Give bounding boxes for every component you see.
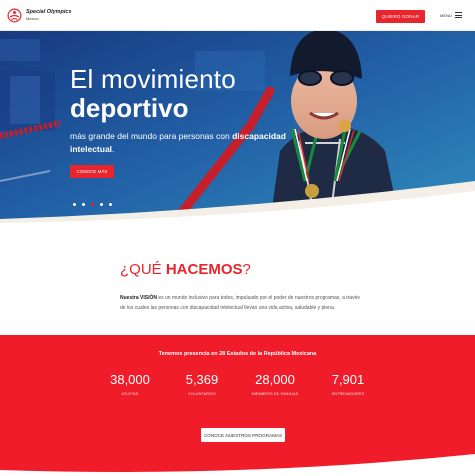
logo[interactable]: Special Olympics México bbox=[7, 8, 72, 23]
hamburger-icon bbox=[454, 12, 462, 18]
carousel-dot[interactable] bbox=[82, 203, 85, 206]
hero-subtitle: más grande del mundo para personas con d… bbox=[70, 131, 286, 154]
vision-paragraph: Nuestra VISIÓN es un mundo inclusivo par… bbox=[120, 295, 360, 311]
hero-banner: El movimiento deportivo más grande del m… bbox=[0, 31, 475, 223]
stat-value: 7,901 bbox=[331, 372, 365, 387]
programs-button[interactable]: CONOCE NUESTROS PROGRAMAS bbox=[201, 428, 285, 442]
hero-subtitle-emphasis: intelectual bbox=[70, 144, 113, 154]
site-header: Special Olympics México QUIERO DONAR MEN… bbox=[0, 0, 475, 31]
hero-title-line2: deportivo bbox=[70, 93, 189, 123]
menu-button[interactable]: MENÚ bbox=[440, 12, 462, 18]
special-olympics-logo-icon bbox=[7, 8, 22, 23]
carousel-dot[interactable] bbox=[73, 203, 76, 206]
stat-family-members: 28,000 MIEMBROS DE FAMILIAS bbox=[240, 372, 310, 396]
stat-athletes: 38,000 ATLETAS bbox=[95, 372, 165, 396]
stat-label: ENTRENADORES bbox=[331, 392, 365, 396]
stat-label: ATLETAS bbox=[121, 392, 139, 396]
stat-label: MIEMBROS DE FAMILIAS bbox=[251, 392, 299, 396]
donate-button[interactable]: QUIERO DONAR bbox=[376, 10, 425, 23]
stats-title: Tenemos presencia en 28 Estados de la Re… bbox=[158, 351, 317, 357]
vision-label: Nuestra VISIÓN bbox=[120, 295, 157, 301]
stat-value: 5,369 bbox=[185, 372, 219, 387]
hero-subtitle-emphasis: discapacidad bbox=[232, 131, 286, 141]
hero-wave-divider bbox=[0, 181, 475, 223]
learn-more-button[interactable]: CONOCE MÁS bbox=[70, 165, 114, 178]
page: Special Olympics México QUIERO DONAR MEN… bbox=[0, 0, 475, 476]
stats-section: Tenemos presencia en 28 Estados de la Re… bbox=[0, 335, 475, 476]
menu-label: MENÚ bbox=[440, 12, 452, 18]
stat-value: 28,000 bbox=[255, 372, 295, 387]
what-we-do-section: ¿QUÉ HACEMOS? Nuestra VISIÓN es un mundo… bbox=[0, 223, 475, 335]
stat-coaches: 7,901 ENTRENADORES bbox=[313, 372, 383, 396]
carousel-dots bbox=[73, 203, 112, 206]
stat-value: 38,000 bbox=[110, 372, 150, 387]
stat-volunteers: 5,369 VOLUNTARIOS bbox=[167, 372, 237, 396]
carousel-dot[interactable] bbox=[100, 203, 103, 206]
hero-title-line1: El movimiento bbox=[70, 64, 236, 94]
stat-label: VOLUNTARIOS bbox=[188, 392, 216, 396]
carousel-dot-active[interactable] bbox=[91, 203, 94, 206]
stats-wave-divider bbox=[0, 454, 475, 476]
logo-country: México bbox=[26, 15, 39, 21]
what-we-do-heading: ¿QUÉ HACEMOS? bbox=[120, 261, 251, 278]
carousel-dot[interactable] bbox=[109, 203, 112, 206]
logo-brand: Special Olympics bbox=[26, 9, 72, 16]
